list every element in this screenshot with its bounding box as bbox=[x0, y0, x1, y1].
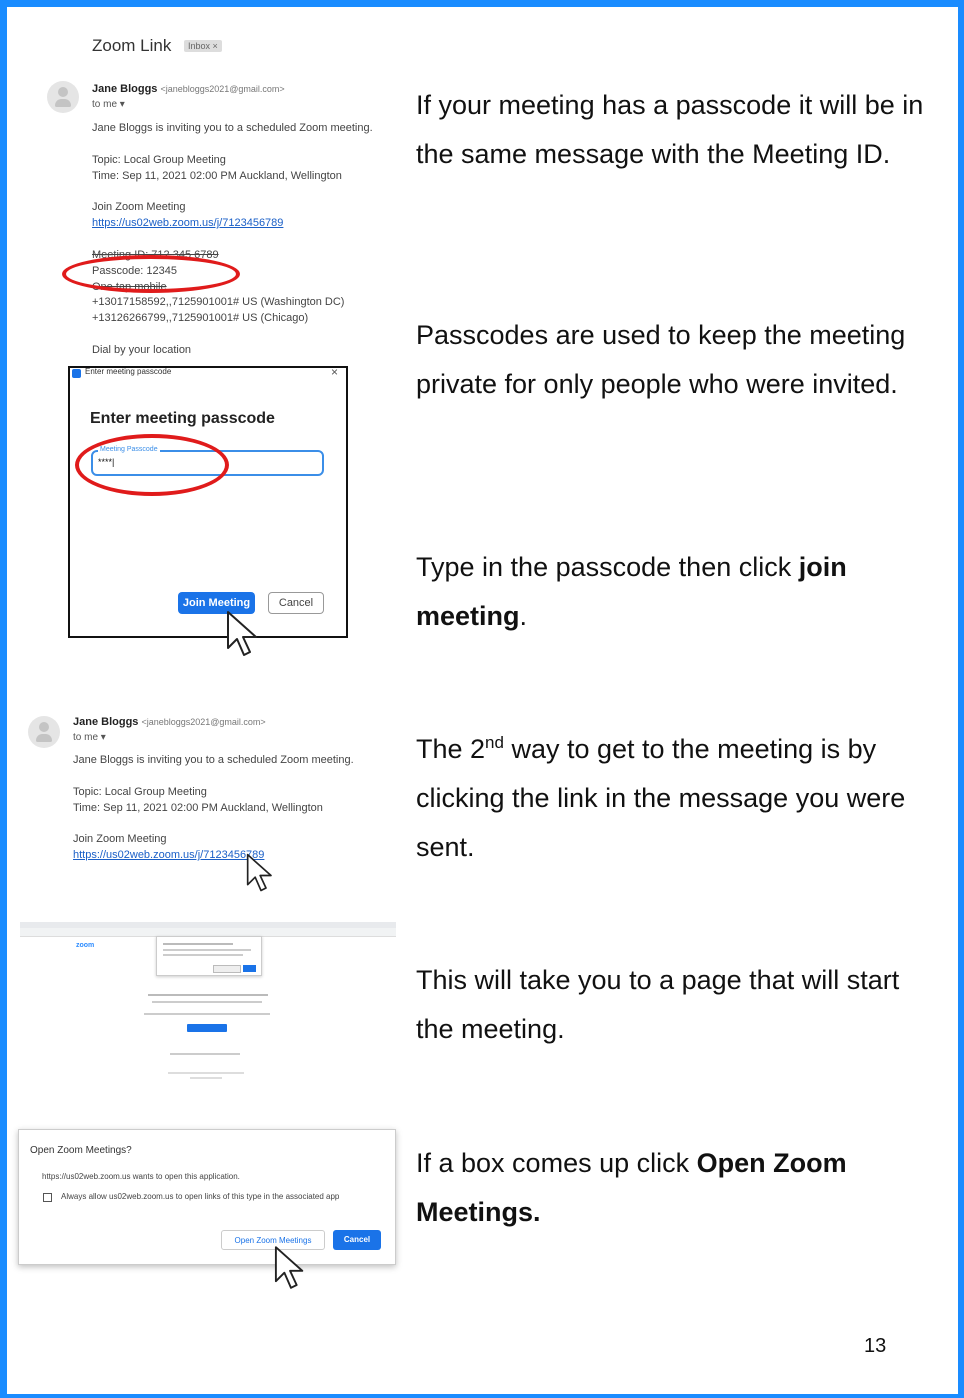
close-icon[interactable]: × bbox=[331, 365, 338, 379]
instruction-passcode-purpose: Passcodes are used to keep the meeting p… bbox=[416, 320, 906, 399]
email-screenshot-1: Zoom Link Inbox × Jane Bloggs <janeblogg… bbox=[0, 0, 400, 360]
invite-line-2: Jane Bloggs is inviting you to a schedul… bbox=[73, 754, 354, 766]
open-zoom-meetings-button[interactable]: Open Zoom Meetings bbox=[221, 1230, 325, 1250]
dial-label: Dial by your location bbox=[92, 344, 192, 356]
email-screenshot-2: Jane Bloggs <janebloggs2021@gmail.com> t… bbox=[0, 700, 400, 900]
invite-line: Jane Bloggs is inviting you to a schedul… bbox=[92, 122, 373, 134]
inbox-badge: Inbox × bbox=[184, 40, 222, 52]
cancel-button[interactable]: Cancel bbox=[268, 592, 324, 614]
open-app-dialog: Open Zoom Meetings? https://us02web.zoom… bbox=[18, 1129, 396, 1265]
zoom-app-icon bbox=[72, 369, 81, 378]
meeting-link[interactable]: https://us02web.zoom.us/j/7123456789 bbox=[92, 216, 283, 230]
always-allow-checkbox[interactable] bbox=[43, 1193, 52, 1202]
recipient-line: to me ▾ bbox=[92, 99, 125, 110]
sender-line: Jane Bloggs <janebloggs2021@gmail.com> bbox=[92, 83, 285, 95]
meeting-link-2[interactable]: https://us02web.zoom.us/j/7123456789 bbox=[73, 848, 264, 862]
recipient-line-2: to me ▾ bbox=[73, 732, 106, 743]
instruction-open-zoom: If a box comes up click Open Zoom Meetin… bbox=[416, 1148, 847, 1227]
email-subject: Zoom Link bbox=[92, 36, 172, 55]
phone-line-1: +13017158592,,7125901001# US (Washington… bbox=[92, 296, 345, 308]
popup-open-button[interactable] bbox=[213, 965, 241, 973]
sender-avatar bbox=[47, 81, 79, 113]
time-line: Time: Sep 11, 2021 02:00 PM Auckland, We… bbox=[92, 170, 342, 182]
instruction-second-way: The 2nd way to get to the meeting is by … bbox=[416, 733, 906, 862]
browser-popup bbox=[156, 936, 262, 976]
sender-avatar-2 bbox=[28, 716, 60, 748]
dialog-heading: Enter meeting passcode bbox=[90, 410, 275, 427]
passcode-dialog: Enter meeting passcode × Enter meeting p… bbox=[68, 365, 348, 638]
launch-meeting-button[interactable] bbox=[187, 1024, 227, 1032]
popup-cancel-button[interactable] bbox=[243, 965, 256, 972]
dialog-titlebar: Enter meeting passcode × bbox=[70, 365, 346, 380]
sender-line-2: Jane Bloggs <janebloggs2021@gmail.com> bbox=[73, 716, 266, 728]
join-label-2: Join Zoom Meeting bbox=[73, 833, 167, 845]
input-highlight-circle bbox=[75, 434, 229, 496]
time-line-2: Time: Sep 11, 2021 02:00 PM Auckland, We… bbox=[73, 802, 323, 814]
browser-screenshot: zoom bbox=[20, 922, 396, 1084]
dialog-window-title: Enter meeting passcode bbox=[85, 367, 172, 376]
instruction-passcode-location: If your meeting has a passcode it will b… bbox=[416, 90, 924, 169]
zoom-logo: zoom bbox=[76, 942, 95, 949]
open-dialog-message: https://us02web.zoom.us wants to open th… bbox=[42, 1172, 240, 1181]
topic-line-2: Topic: Local Group Meeting bbox=[73, 786, 207, 798]
cursor-icon-2 bbox=[246, 853, 272, 892]
cursor-icon-3 bbox=[274, 1246, 304, 1289]
instruction-type-passcode: Type in the passcode then click join mee… bbox=[416, 552, 847, 631]
passcode-highlight-circle bbox=[62, 255, 240, 293]
topic-line: Topic: Local Group Meeting bbox=[92, 154, 226, 166]
open-dialog-title: Open Zoom Meetings? bbox=[30, 1145, 132, 1156]
page-number: 13 bbox=[864, 1335, 887, 1357]
instruction-page-start: This will take you to a page that will s… bbox=[416, 965, 900, 1044]
cursor-icon bbox=[227, 611, 257, 656]
join-label: Join Zoom Meeting bbox=[92, 201, 186, 213]
always-allow-label: Always allow us02web.zoom.us to open lin… bbox=[61, 1192, 340, 1201]
open-dialog-cancel-button[interactable]: Cancel bbox=[333, 1230, 381, 1250]
phone-line-2: +13126266799,,7125901001# US (Chicago) bbox=[92, 312, 309, 324]
